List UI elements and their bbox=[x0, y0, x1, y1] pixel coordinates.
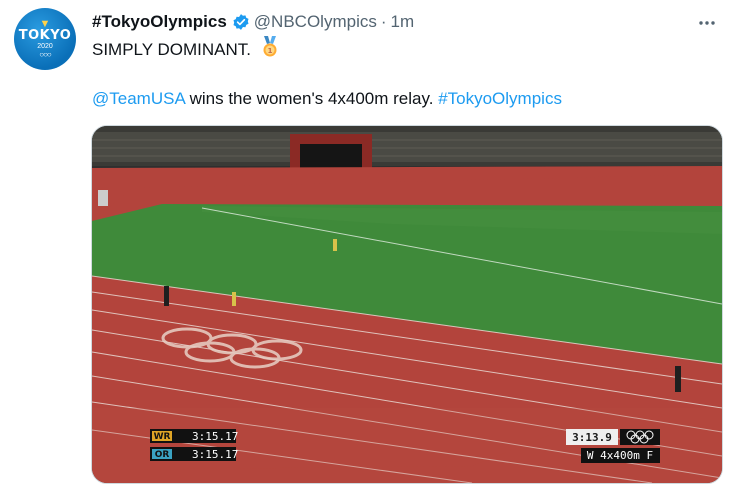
hashtag-link[interactable]: #TokyoOlympics bbox=[438, 89, 562, 108]
or-time: 3:15.17 bbox=[192, 448, 238, 461]
or-label: OR bbox=[155, 450, 170, 460]
wr-label: WR bbox=[154, 432, 171, 442]
race-time: 3:13.9 bbox=[572, 431, 612, 444]
tweet-text-line-1: SIMPLY DOMINANT. 1 bbox=[92, 36, 279, 61]
account-avatar[interactable]: ▼ TOKYO 2020 ○○○ bbox=[14, 8, 76, 70]
gold-medal-emoji-icon: 1 bbox=[263, 36, 277, 57]
tweet-body-text: wins the women's 4x400m relay. bbox=[184, 89, 439, 108]
svg-text:1: 1 bbox=[267, 47, 272, 55]
video-player[interactable]: WR 3:15.17 OR 3:15.17 3:13.9 W 4x400m F bbox=[91, 125, 723, 484]
video-frame: WR 3:15.17 OR 3:15.17 3:13.9 W 4x400m F bbox=[92, 126, 722, 483]
user-handle[interactable]: @NBCOlympics bbox=[254, 12, 377, 32]
separator-dot: · bbox=[380, 12, 387, 31]
tweet-timestamp[interactable]: 1m bbox=[391, 12, 415, 32]
tweet-text-line-2: @TeamUSA wins the women's 4x400m relay. … bbox=[92, 88, 562, 110]
event-name: W 4x400m F bbox=[587, 449, 653, 462]
display-name[interactable]: #TokyoOlympics bbox=[92, 12, 227, 32]
olympic-rings-icon: ○○○ bbox=[39, 50, 51, 59]
mention-link[interactable]: @TeamUSA bbox=[92, 89, 185, 108]
verified-badge-icon bbox=[233, 14, 249, 30]
wr-time: 3:15.17 bbox=[192, 430, 238, 443]
more-options-icon[interactable] bbox=[696, 12, 718, 34]
tweet-headline: SIMPLY DOMINANT. bbox=[92, 40, 252, 59]
tweet-header: #TokyoOlympics @NBCOlympics · 1m bbox=[92, 11, 414, 33]
avatar-tokyo-text: TOKYO bbox=[18, 28, 72, 43]
